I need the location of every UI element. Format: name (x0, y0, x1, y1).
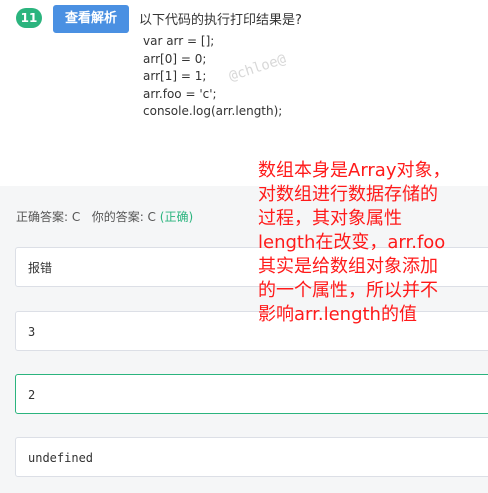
annotation-line: 的一个属性，所以并不 (258, 280, 438, 301)
annotation-line: length在改变，arr.foo (258, 232, 446, 253)
question-number-badge: 11 (16, 8, 42, 28)
option-text: undefined (28, 451, 94, 465)
correct-answer-label: 正确答案: C (16, 210, 81, 224)
annotation-line: 数组本身是Array对象， (258, 160, 451, 181)
answer-status: (正确) (159, 210, 194, 224)
annotation-line: 其实是给数组对象添加 (258, 256, 438, 277)
code-line: arr.foo = 'c'; (143, 86, 217, 101)
code-block: var arr = []; arr[0] = 0; arr[1] = 1; ar… (143, 33, 282, 121)
answer-summary: 正确答案: C 你的答案: C (正确) (16, 208, 193, 225)
question-prompt: 以下代码的执行打印结果是? (139, 13, 302, 28)
option-d[interactable]: undefined (15, 437, 488, 477)
code-line: console.log(arr.length); (143, 104, 283, 118)
annotation-line: 过程，其对象属性 (258, 208, 402, 229)
annotation-note: 数组本身是Array对象， 对数组进行数据存储的 过程，其对象属性 length… (258, 159, 486, 327)
code-line: var arr = []; (143, 34, 215, 48)
option-text: 2 (28, 388, 36, 402)
annotation-line: 影响arr.length的值 (258, 304, 417, 325)
view-analysis-button[interactable]: 查看解析 (53, 5, 129, 33)
annotation-line: 对数组进行数据存储的 (258, 184, 438, 205)
option-c[interactable]: 2 (15, 374, 488, 414)
your-answer-label: 你的答案: C (91, 210, 156, 224)
option-text: 3 (28, 325, 36, 339)
option-text: 报错 (28, 261, 53, 275)
